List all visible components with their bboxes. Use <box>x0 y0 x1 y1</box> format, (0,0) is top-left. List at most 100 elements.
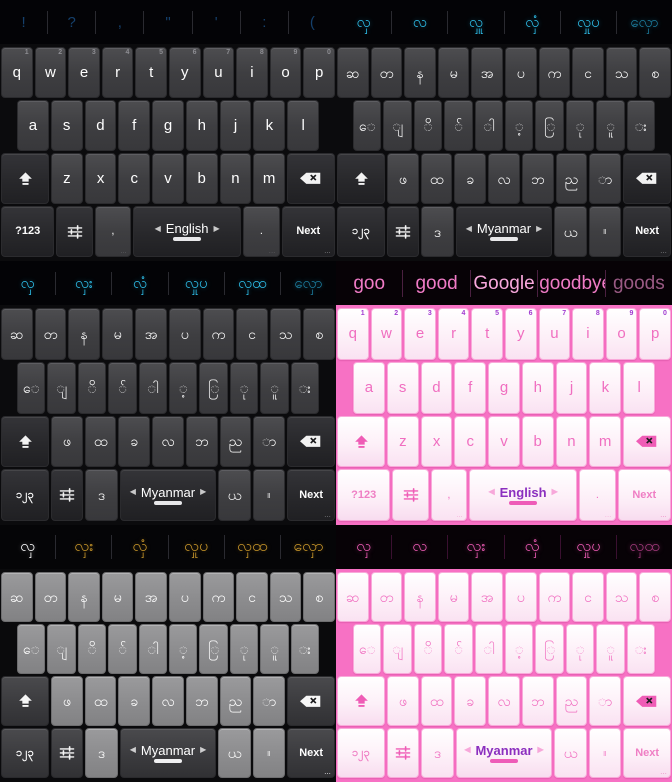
key-p[interactable]: p0 <box>303 47 335 98</box>
key-b[interactable]: b <box>185 153 218 204</box>
key-e[interactable]: e3 <box>68 47 100 98</box>
ya-key[interactable]: ယ <box>554 728 587 778</box>
period-key[interactable]: .... <box>243 206 280 257</box>
extra-key[interactable]: ဒ <box>85 469 118 521</box>
chevron-right-icon[interactable]: ▶ <box>538 746 544 754</box>
key-z[interactable]: z <box>387 415 419 468</box>
suggestion-item[interactable]: လှော <box>281 272 336 295</box>
key-k[interactable]: k <box>589 361 622 414</box>
key-ိ[interactable]: ိ <box>77 624 107 674</box>
key-u[interactable]: u7 <box>202 47 235 98</box>
key-ု[interactable]: ု <box>229 361 259 414</box>
key-a[interactable]: a <box>17 100 49 151</box>
delete-key[interactable] <box>286 415 336 468</box>
shift-key[interactable] <box>1 415 50 468</box>
chevron-left-icon[interactable]: ◀ <box>464 746 470 754</box>
key-l[interactable]: l <box>287 100 320 151</box>
symbols-key[interactable]: ?123 <box>337 469 391 521</box>
key-ပ[interactable]: ပ <box>168 308 201 360</box>
key-v[interactable]: v <box>152 153 184 204</box>
key-o[interactable]: o9 <box>605 308 638 360</box>
suggestion-item[interactable]: " <box>144 10 193 34</box>
key-i[interactable]: i8 <box>572 308 604 360</box>
key-မ[interactable]: မ <box>437 572 470 622</box>
key-m[interactable]: m <box>253 153 285 204</box>
key-တ[interactable]: တ <box>370 572 403 622</box>
ya-key[interactable]: ယ <box>218 469 251 521</box>
suggestion-item[interactable]: လှံ <box>505 535 561 559</box>
key-အ[interactable]: အ <box>135 572 167 622</box>
key-့[interactable]: ့ <box>169 361 198 414</box>
suggestion-item[interactable]: လ <box>392 535 449 559</box>
key-ည[interactable]: ည <box>219 676 252 726</box>
extra-key[interactable]: ဒ <box>421 206 454 257</box>
chevron-right-icon[interactable]: ▶ <box>552 488 558 496</box>
key-ိ[interactable]: ိ <box>413 624 443 674</box>
key-့[interactable]: ့ <box>505 100 534 151</box>
key-ထ[interactable]: ထ <box>420 153 453 204</box>
key-က[interactable]: က <box>538 572 571 622</box>
key-h[interactable]: h <box>185 100 218 151</box>
suggestion-item[interactable]: Google <box>471 269 539 297</box>
key-n[interactable]: n <box>555 415 588 468</box>
key-လ[interactable]: လ <box>152 415 184 468</box>
shift-key[interactable] <box>337 676 386 726</box>
key-သ[interactable]: သ <box>605 47 638 98</box>
key-န[interactable]: န <box>404 47 436 98</box>
key-ျ[interactable]: ျ <box>47 624 76 674</box>
chevron-right-icon[interactable]: ▶ <box>200 488 206 496</box>
chevron-left-icon[interactable]: ◀ <box>488 488 494 496</box>
key-q[interactable]: q1 <box>337 308 369 360</box>
suggestion-item[interactable]: လှံ <box>112 271 169 295</box>
key-ျ[interactable]: ျ <box>47 361 76 414</box>
key-c[interactable]: c <box>454 415 487 468</box>
suggestion-item[interactable]: goo <box>336 269 404 297</box>
key-f[interactable]: f <box>454 361 487 414</box>
suggestion-item[interactable]: လ <box>392 10 449 34</box>
suggestion-item[interactable]: : <box>241 10 289 34</box>
key-မ[interactable]: မ <box>437 47 470 98</box>
key-ထ[interactable]: ထ <box>420 676 453 726</box>
key-b[interactable]: b <box>521 415 554 468</box>
key-r[interactable]: r4 <box>437 308 470 360</box>
key-ခ[interactable]: ခ <box>454 676 487 726</box>
delete-key[interactable] <box>622 676 672 726</box>
suggestion-item[interactable]: good <box>403 269 471 297</box>
key-င[interactable]: င <box>236 572 268 622</box>
key-ါ[interactable]: ါ <box>474 100 504 151</box>
key-ေ[interactable]: ေ <box>17 624 46 674</box>
key-z[interactable]: z <box>51 153 83 204</box>
key-ျ[interactable]: ျ <box>383 624 412 674</box>
key-g[interactable]: g <box>488 361 520 414</box>
period-key[interactable]: ။ <box>588 728 622 778</box>
symbols-key[interactable]: ၁၂၃ <box>337 728 385 778</box>
suggestion-item[interactable]: လှော <box>281 535 336 559</box>
key-စ[interactable]: စ <box>639 47 671 98</box>
key-ဖ[interactable]: ဖ <box>387 153 419 204</box>
key-ဆ[interactable]: ဆ <box>337 572 369 622</box>
suggestion-item[interactable]: လှ <box>336 10 393 34</box>
suggestion-item[interactable]: လှ <box>0 271 57 295</box>
space-language-key[interactable]: ◀ Myanmar ▶ <box>455 728 553 778</box>
key-မ[interactable]: မ <box>101 308 134 360</box>
key-p[interactable]: p0 <box>639 308 671 360</box>
key-တ[interactable]: တ <box>34 572 67 622</box>
key-ဆ[interactable]: ဆ <box>1 308 33 360</box>
key-က[interactable]: က <box>202 572 235 622</box>
key-l[interactable]: l <box>623 361 656 414</box>
space-language-key[interactable]: ◀ English ▶ <box>468 469 578 521</box>
key-s[interactable]: s <box>50 100 83 151</box>
key-လ[interactable]: လ <box>488 153 520 204</box>
key-စ[interactable]: စ <box>303 572 335 622</box>
key-ေ[interactable]: ေ <box>353 100 382 151</box>
key-y[interactable]: y6 <box>168 47 201 98</box>
settings-key[interactable] <box>50 469 84 521</box>
key-င[interactable]: င <box>236 308 268 360</box>
key-က[interactable]: က <box>202 308 235 360</box>
suggestion-item[interactable]: လှံ <box>505 10 561 34</box>
chevron-right-icon[interactable]: ▶ <box>200 746 206 754</box>
period-key[interactable]: ။ <box>588 206 622 257</box>
suggestion-item[interactable]: ' <box>193 10 241 34</box>
key-န[interactable]: န <box>68 572 100 622</box>
next-key[interactable]: Next... <box>617 469 671 521</box>
